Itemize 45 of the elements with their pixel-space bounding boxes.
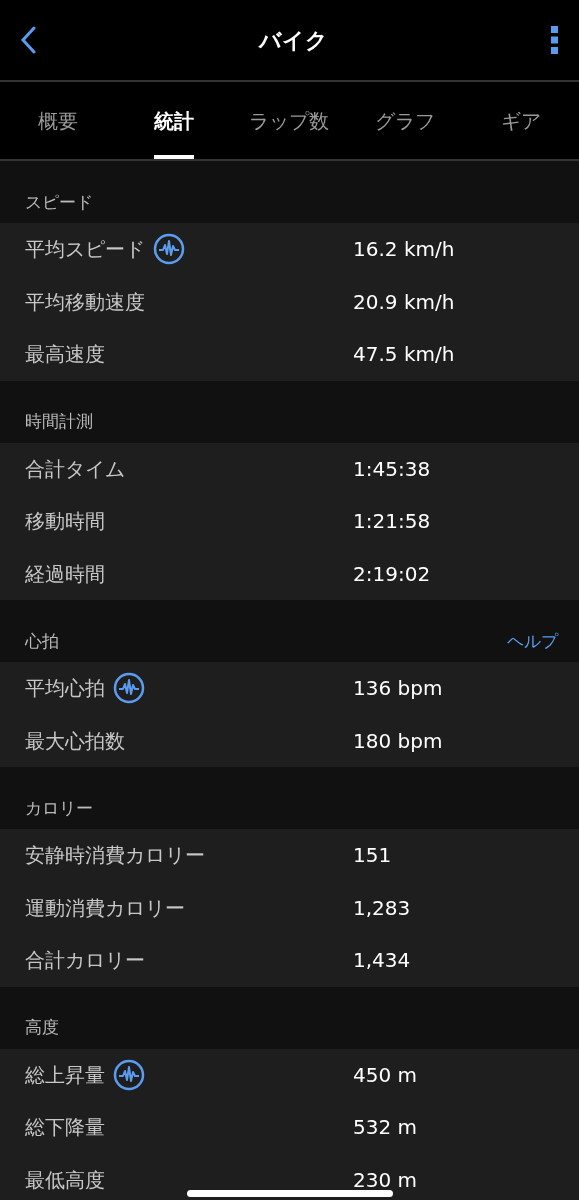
tab[interactable]: ラップ数 (231, 82, 348, 159)
stat-value: 1,434 (353, 947, 411, 975)
stat-label: 平均移動速度 (25, 288, 145, 316)
stat-value: 151 (353, 842, 392, 870)
stat-label: 総下降量 (25, 1114, 105, 1142)
heartbeat-chart-icon[interactable] (113, 672, 145, 705)
stat-value: 16.2 km/h (353, 236, 455, 264)
stat-value: 47.5 km/h (353, 341, 455, 369)
stat-label: 最高速度 (25, 341, 105, 369)
section-heading: 心拍 (25, 629, 59, 653)
more-icon[interactable] (551, 26, 559, 54)
stat-label: 最低高度 (25, 1166, 105, 1194)
stat-value: 532 m (353, 1114, 417, 1142)
stat-value: 1,283 (353, 894, 411, 922)
section-heading: 時間計測 (25, 410, 93, 433)
section-heading: カロリー (25, 796, 93, 820)
section-heading: スピード (25, 190, 93, 214)
stat-label: 最大心拍数 (25, 727, 125, 755)
stat-value: 136 bpm (353, 675, 443, 703)
stat-value: 180 bpm (353, 727, 443, 755)
back-icon[interactable] (20, 26, 36, 54)
stat-value: 20.9 km/h (353, 288, 455, 316)
stat-label: 合計タイム (25, 455, 125, 483)
tab[interactable]: グラフ (347, 82, 464, 159)
stat-value: 1:21:58 (353, 508, 431, 536)
stat-value: 450 m (353, 1061, 417, 1089)
stat-value: 1:45:38 (353, 455, 431, 483)
tab[interactable]: 概要 (0, 82, 116, 159)
stat-label: 経過時間 (25, 560, 105, 588)
tab[interactable]: 統計 (115, 82, 232, 159)
stat-label: 平均スピード (25, 236, 145, 264)
stat-value: 230 m (353, 1166, 417, 1194)
screen-title: バイク (259, 26, 328, 55)
stat-label: 総上昇量 (25, 1061, 105, 1089)
stat-label: 平均心拍 (25, 675, 105, 703)
heartbeat-chart-icon[interactable] (113, 1058, 145, 1091)
stat-label: 安静時消費カロリー (25, 842, 205, 870)
help-link[interactable]: ヘルプ (507, 628, 558, 654)
stat-value: 2:19:02 (353, 560, 431, 588)
section-heading: 高度 (25, 1016, 59, 1039)
stat-label: 合計カロリー (25, 947, 145, 975)
heartbeat-chart-icon[interactable] (153, 233, 185, 266)
stat-label: 移動時間 (25, 508, 105, 536)
stat-label: 運動消費カロリー (25, 894, 185, 922)
tab[interactable]: ギア (463, 82, 579, 159)
